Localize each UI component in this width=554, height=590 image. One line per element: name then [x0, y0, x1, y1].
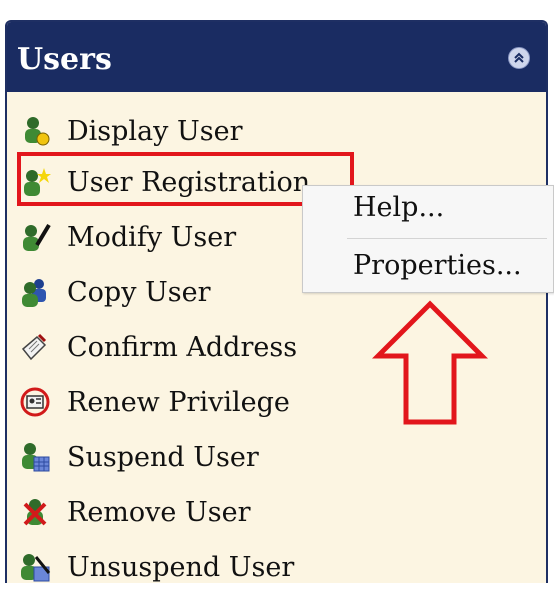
user-suspend-icon: [22, 443, 50, 472]
user-remove-icon: [23, 499, 47, 526]
double-chevron-up-icon[interactable]: [508, 47, 530, 69]
menu-item-label: Copy User: [67, 276, 211, 308]
menu-item-label: Modify User: [67, 221, 237, 253]
menu-item-label: Confirm Address: [67, 331, 298, 363]
menu-item-unsuspend-user[interactable]: Unsuspend User: [7, 544, 447, 590]
user-display-icon: [25, 117, 50, 146]
menu-item-remove-user[interactable]: Remove User: [7, 489, 447, 535]
context-menu: Help... Properties...: [302, 185, 554, 293]
menu-separator: [347, 238, 547, 239]
menu-item-label: Display User: [67, 115, 243, 147]
confirm-address-icon: [21, 333, 47, 361]
user-unsuspend-icon: [21, 554, 51, 582]
context-menu-item-help[interactable]: Help...: [353, 192, 444, 223]
menu-item-label: Remove User: [67, 496, 251, 528]
user-copy-icon: [22, 279, 46, 307]
menu-item-label: Unsuspend User: [67, 551, 295, 583]
user-modify-icon: [23, 223, 51, 251]
context-menu-item-properties[interactable]: Properties...: [353, 250, 522, 281]
renew-privilege-icon: [20, 387, 50, 417]
menu-item-label: Renew Privilege: [67, 386, 290, 418]
up-arrow-outline-icon: [372, 300, 488, 425]
panel-header[interactable]: Users: [7, 22, 546, 92]
menu-item-label: Suspend User: [67, 441, 259, 473]
menu-item-suspend-user[interactable]: Suspend User: [7, 434, 447, 480]
panel-title: Users: [17, 42, 112, 77]
menu-item-display-user[interactable]: Display User: [7, 108, 447, 154]
